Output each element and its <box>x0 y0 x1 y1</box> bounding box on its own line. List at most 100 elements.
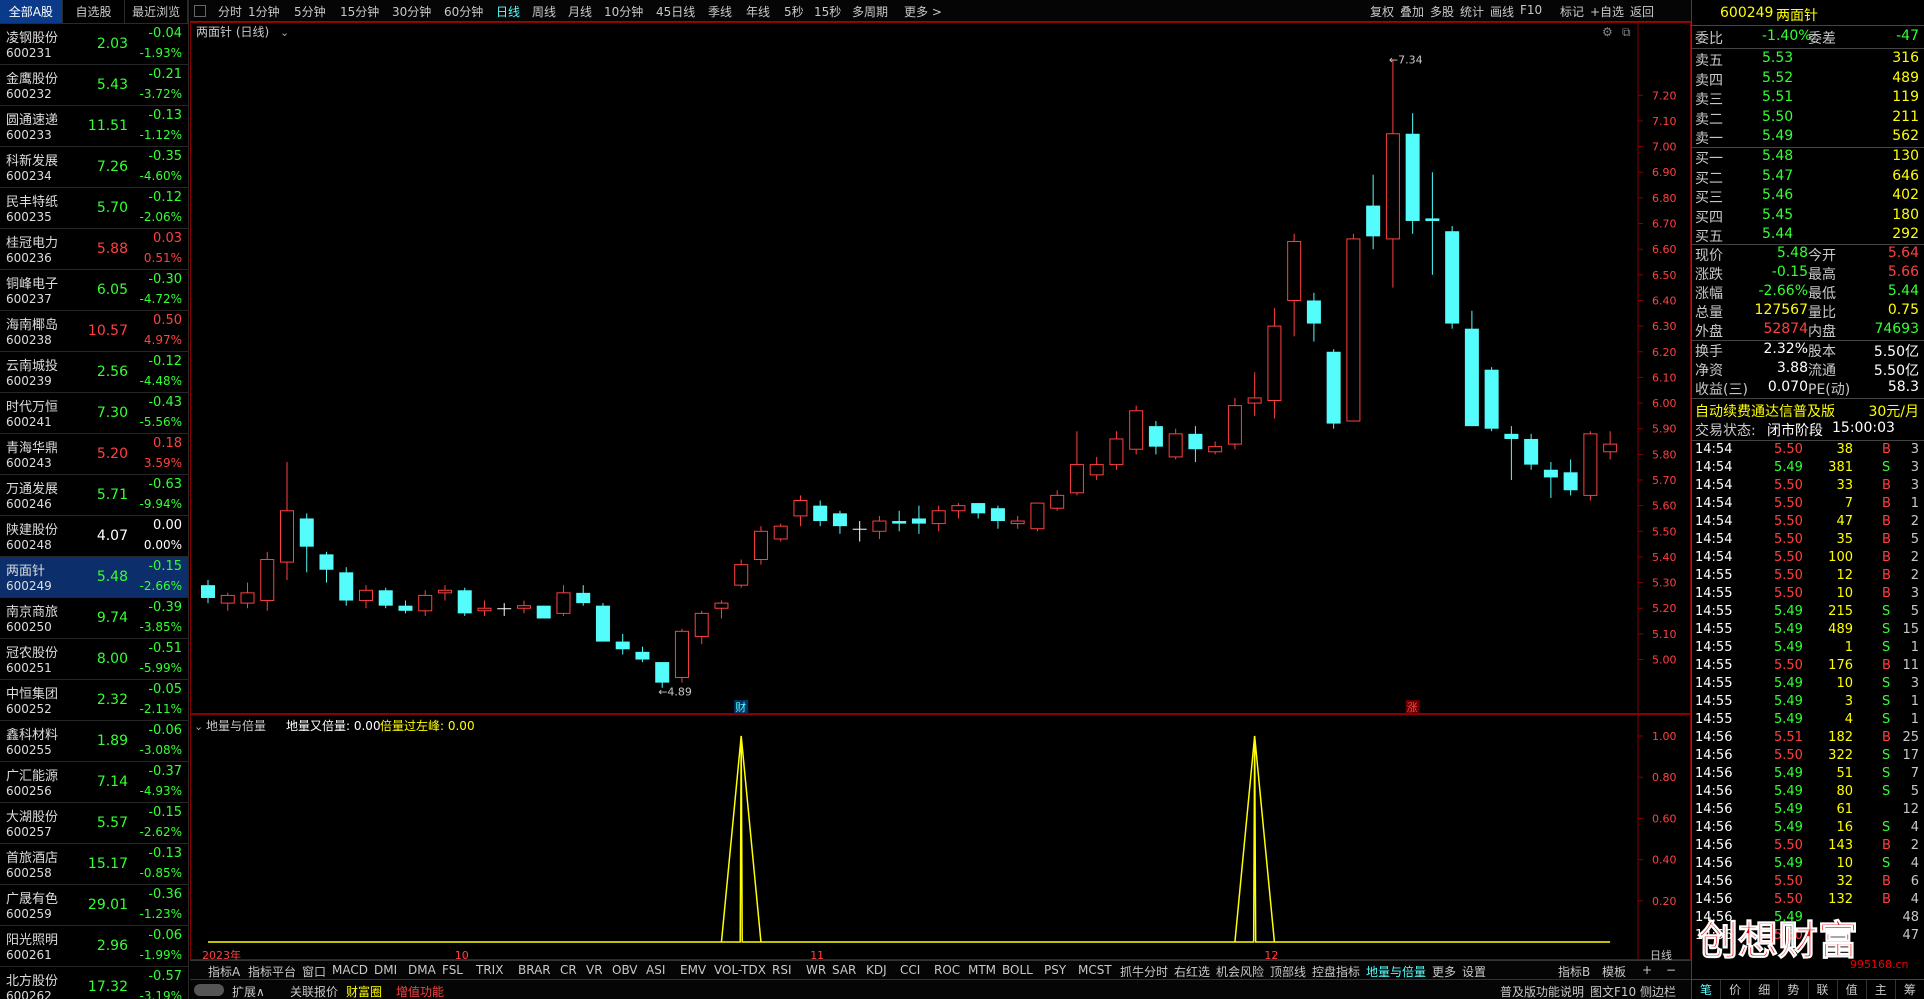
candle[interactable] <box>832 510 847 534</box>
candle[interactable] <box>536 605 551 619</box>
indicator-tab-11[interactable]: OBV <box>612 963 638 977</box>
template-tab[interactable]: 模板 <box>1602 963 1626 980</box>
stock-row-600246[interactable]: 万通发展 600246 5.71 -0.63 -9.94% <box>0 475 188 516</box>
chart-title-dropdown-icon[interactable]: ⌄ <box>280 26 289 39</box>
indicator-tab-21[interactable]: MTM <box>968 963 996 977</box>
candle[interactable] <box>1227 397 1242 450</box>
bottom-left-2[interactable]: 财富圈 <box>346 983 382 999</box>
indicator-tab-26[interactable]: 右红选 <box>1174 963 1210 980</box>
period-1[interactable]: 1分钟 <box>248 3 280 20</box>
candle[interactable] <box>299 513 314 573</box>
indicator-tab-3[interactable]: MACD <box>332 963 368 977</box>
stock-row-600231[interactable]: 凌钢股份 600231 2.03 -0.04 -1.93% <box>0 24 188 65</box>
ask-price[interactable]: 5.53 <box>1762 50 1793 66</box>
indicator-tab-13[interactable]: EMV <box>680 963 706 977</box>
event-marker[interactable]: 涨 <box>1407 701 1418 714</box>
candle[interactable] <box>576 585 591 606</box>
promo-row[interactable]: 自动续费通达信普及版 30元/月 <box>1692 401 1924 420</box>
candle[interactable] <box>1208 441 1223 455</box>
bottom-left-1[interactable]: 关联报价 <box>290 983 338 999</box>
indicator-tab-15[interactable]: RSI <box>772 963 792 977</box>
candle[interactable] <box>971 503 986 519</box>
bid-price[interactable]: 5.47 <box>1762 168 1793 184</box>
candle[interactable] <box>615 633 630 655</box>
period-3[interactable]: 15分钟 <box>340 3 379 20</box>
period-16[interactable]: 更多 > <box>904 3 942 20</box>
candle[interactable] <box>497 603 512 616</box>
stock-row-600238[interactable]: 海南椰岛 600238 10.57 0.50 4.97% <box>0 311 188 352</box>
period-13[interactable]: 5秒 <box>784 3 804 20</box>
stock-row-600236[interactable]: 桂冠电力 600236 5.88 0.03 0.51% <box>0 229 188 270</box>
candle[interactable] <box>1306 292 1321 342</box>
promo-price[interactable]: 30元/月 <box>1868 401 1919 421</box>
period-2[interactable]: 5分钟 <box>294 3 326 20</box>
indicator-tab-28[interactable]: 顶部线 <box>1270 963 1306 980</box>
add-indicator-button[interactable]: + <box>1642 963 1652 977</box>
stock-row-600252[interactable]: 中恒集团 600252 2.32 -0.05 -2.11% <box>0 680 188 721</box>
period-8[interactable]: 月线 <box>568 3 592 20</box>
candle[interactable] <box>1129 405 1144 455</box>
period-5[interactable]: 60分钟 <box>444 3 483 20</box>
period-15[interactable]: 多周期 <box>852 3 888 20</box>
tool-6[interactable]: 标记 <box>1560 3 1584 20</box>
bottom-right-0[interactable]: 普及版功能说明 <box>1500 983 1584 999</box>
indicator-tab-16[interactable]: WR <box>806 963 826 977</box>
quote-tab-2[interactable]: 细 <box>1750 980 1780 999</box>
ask-price[interactable]: 5.50 <box>1762 109 1793 125</box>
candle[interactable] <box>457 587 472 616</box>
ask-price[interactable]: 5.49 <box>1762 128 1793 144</box>
tool-7[interactable]: +自选 <box>1590 3 1624 20</box>
stock-row-600234[interactable]: 科新发展 600234 7.26 -0.35 -4.60% <box>0 147 188 188</box>
bottom-left-3[interactable]: 增值功能 <box>396 983 444 999</box>
toggle-switch[interactable] <box>194 984 224 996</box>
candle[interactable] <box>1563 459 1578 496</box>
panel-toggle-icon[interactable] <box>194 5 206 17</box>
bottom-left-0[interactable]: 扩展∧ <box>232 983 265 999</box>
indicator-tab-5[interactable]: DMA <box>408 963 436 977</box>
candle[interactable] <box>714 600 729 619</box>
candle[interactable] <box>1425 172 1440 275</box>
candle[interactable] <box>1445 226 1460 329</box>
ask-price[interactable]: 5.51 <box>1762 89 1793 105</box>
tool-8[interactable]: 返回 <box>1630 3 1654 20</box>
candle[interactable] <box>1346 233 1361 422</box>
candle[interactable] <box>1504 426 1519 480</box>
tab-watchlist[interactable]: 自选股 <box>63 0 126 23</box>
tool-4[interactable]: 画线 <box>1490 3 1514 20</box>
indicator-tab-9[interactable]: CR <box>560 963 577 977</box>
candle[interactable] <box>1326 349 1341 429</box>
candle[interactable] <box>1543 462 1558 498</box>
candle[interactable] <box>852 521 867 542</box>
candle[interactable] <box>1484 367 1499 432</box>
indicator-tab-12[interactable]: ASI <box>646 963 665 977</box>
candle[interactable] <box>655 662 670 688</box>
indicator-tab-32[interactable]: 设置 <box>1462 963 1486 980</box>
candle[interactable] <box>240 582 255 609</box>
candle[interactable] <box>279 462 294 581</box>
ask-price[interactable]: 5.52 <box>1762 70 1793 86</box>
candle[interactable] <box>1267 308 1282 419</box>
candle[interactable] <box>872 515 887 539</box>
candle[interactable] <box>358 585 373 609</box>
bottom-right-1[interactable]: 图文F10 <box>1590 983 1636 999</box>
candle[interactable] <box>1069 431 1084 496</box>
indicator-tab-4[interactable]: DMI <box>374 963 397 977</box>
chart-area[interactable]: 两面针 (日线) ⌄ ⚙ ⧉ 7.20 7.10 7.00 6.90 6.80 6.70 6.60 6… <box>190 22 1691 999</box>
bid-price[interactable]: 5.44 <box>1762 226 1793 242</box>
candle[interactable] <box>773 523 788 542</box>
tool-5[interactable]: F10 <box>1520 3 1542 17</box>
candle[interactable] <box>892 510 907 532</box>
stock-row-600259[interactable]: 广晟有色 600259 29.01 -0.36 -1.23% <box>0 885 188 926</box>
quote-tab-1[interactable]: 价 <box>1721 980 1751 999</box>
candle[interactable] <box>437 585 452 601</box>
indicator-tab-29[interactable]: 控盘指标 <box>1312 963 1360 980</box>
candle[interactable] <box>1247 372 1262 416</box>
candle[interactable] <box>220 592 235 611</box>
candle[interactable] <box>1109 431 1124 470</box>
candle[interactable] <box>378 587 393 609</box>
candle[interactable] <box>951 503 966 519</box>
candle[interactable] <box>1050 490 1065 511</box>
period-11[interactable]: 季线 <box>708 3 732 20</box>
bid-price[interactable]: 5.45 <box>1762 207 1793 223</box>
stock-row-600248[interactable]: 陕建股份 600248 4.07 0.00 0.00% <box>0 516 188 557</box>
